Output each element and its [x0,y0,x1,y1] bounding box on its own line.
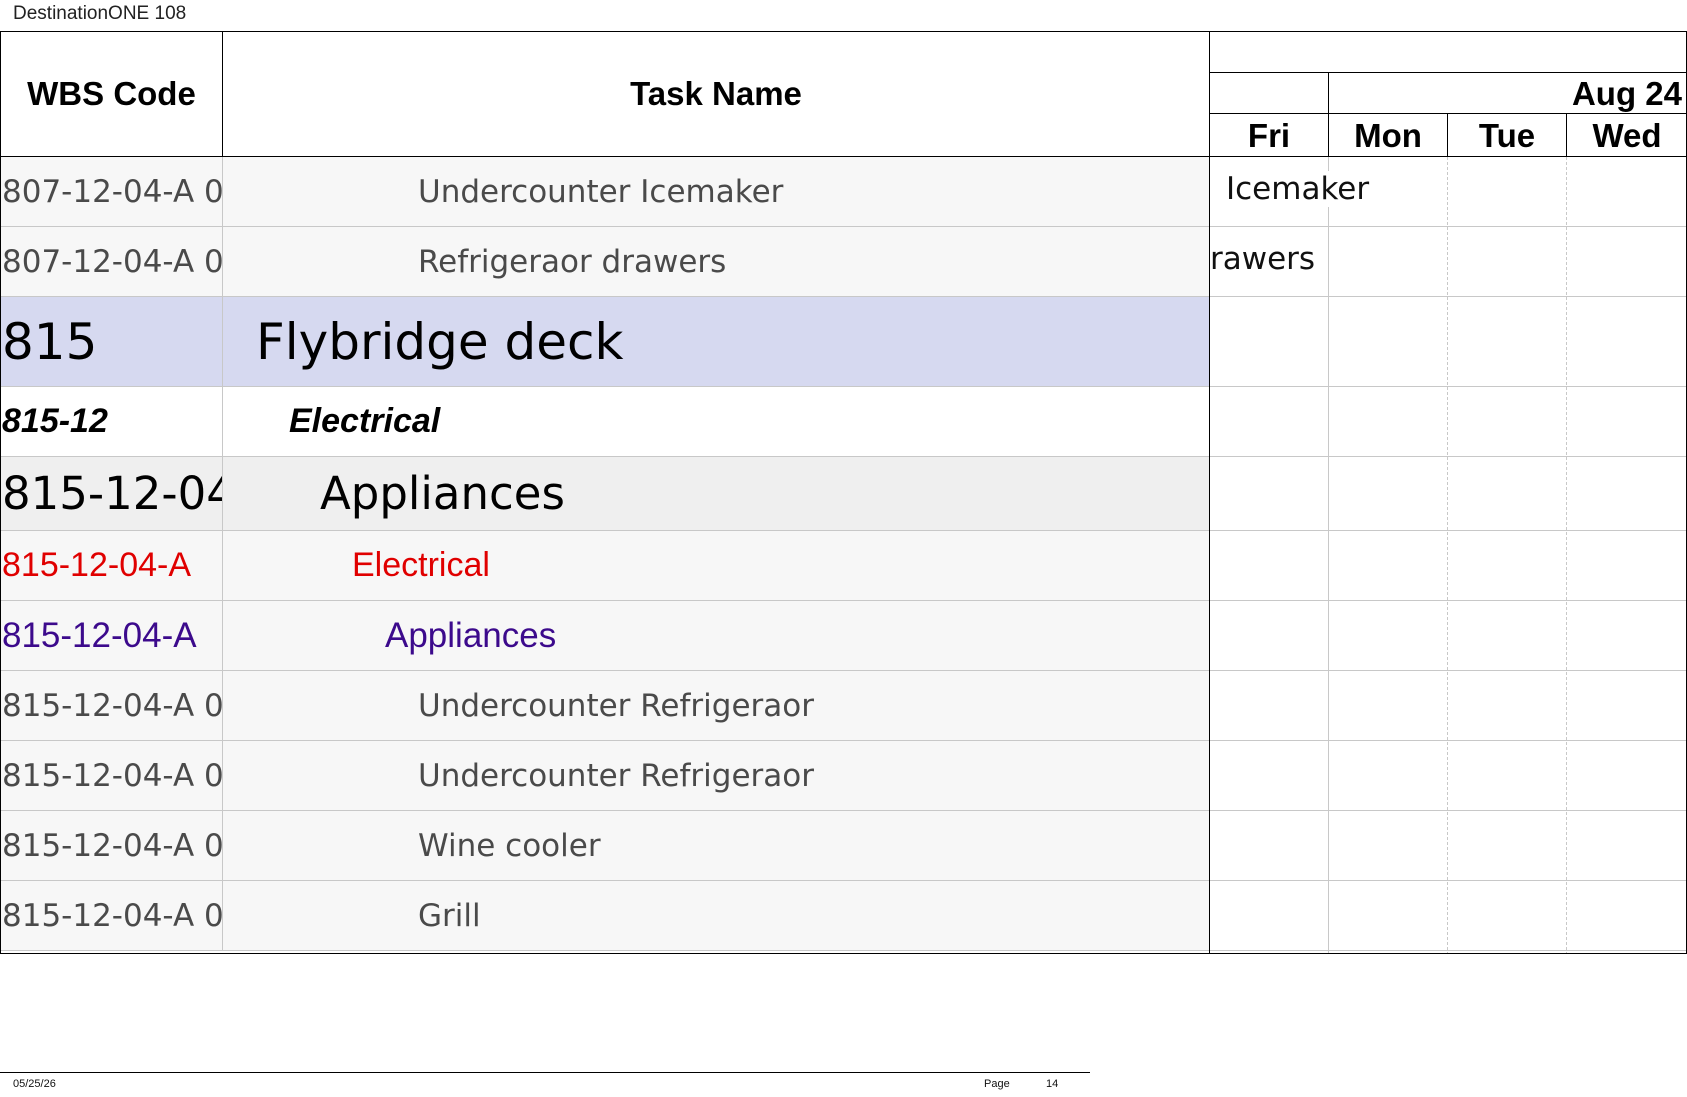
gantt-row-line [1210,740,1686,741]
wbs-code-cell: 815 [1,297,223,386]
gantt-timeline: Aug 24 Fri Mon Tue Wed Icemaker rawers [1210,31,1687,954]
table-row[interactable]: 815-12-04-A Appliances [1,601,1209,671]
task-name-cell: Appliances [385,615,557,655]
task-name-cell: Appliances [320,467,565,520]
table-row[interactable]: 815-12 Electrical [1,387,1209,457]
footer-rule [0,1072,1090,1073]
task-name-cell: Flybridge deck [256,312,624,371]
task-name-cell: Undercounter Icemaker [418,173,784,210]
table-row[interactable]: 815-12-04-A 0 Undercounter Refrigeraor [1,741,1209,811]
wbs-code-cell: 815-12-04-A 0 [1,671,223,740]
task-table: WBS Code Task Name 807-12-04-A 0 Undercou… [0,31,1210,954]
gantt-row-line [1210,880,1686,881]
gantt-row-line [1210,456,1686,457]
gantt-day-gridline [1447,157,1448,953]
document-title: DestinationONE 108 [13,3,187,24]
day-label-mon: Mon [1329,114,1448,157]
gantt-row-line [1210,386,1686,387]
table-row[interactable]: 815-12-04-A Electrical [1,531,1209,601]
timeline-day-band: Fri Mon Tue Wed [1210,114,1686,157]
footer-page-number: 14 [1046,1078,1059,1090]
gantt-day-gridline [1566,157,1567,953]
wbs-code-cell: 815-12-04-A [1,601,223,670]
gantt-row-line [1210,810,1686,811]
wbs-code-cell: 815-12 [1,387,223,456]
task-name-cell: Electrical [352,546,490,584]
table-row[interactable]: 815-12-04-A 0 Grill [1,881,1209,951]
gantt-row-line [1210,600,1686,601]
column-header-task-name[interactable]: Task Name [223,32,1209,157]
gantt-row-line [1210,226,1686,227]
week-divider [1328,73,1329,114]
wbs-code-cell: 807-12-04-A 0 [1,227,223,296]
timeline-top-band [1210,32,1686,73]
day-label-tue: Tue [1448,114,1567,157]
task-name-cell: Grill [418,897,481,934]
day-label-fri: Fri [1210,114,1329,157]
task-name-cell: Undercounter Refrigeraor [418,757,814,794]
task-name-cell: Refrigeraor drawers [418,243,727,280]
wbs-code-cell: 815-12-04-A 0 [1,881,223,950]
week-label: Aug 24 [1571,74,1682,112]
task-name-cell: Electrical [289,402,441,440]
table-row[interactable]: 807-12-04-A 0 Undercounter Icemaker [1,157,1209,227]
wbs-code-cell: 815-12-04 [1,457,223,530]
table-row[interactable]: 807-12-04-A 0 Refrigeraor drawers [1,227,1209,297]
task-name-cell: Wine cooler [418,827,601,864]
gantt-day-gridline [1328,157,1329,953]
table-row[interactable]: 815-12-04-A 0 Wine cooler [1,811,1209,881]
wbs-code-cell: 815-12-04-A [1,531,223,600]
gantt-bar-label: Icemaker [1214,171,1374,207]
wbs-code-cell: 807-12-04-A 0 [1,157,223,226]
column-header-wbs-code[interactable]: WBS Code [1,32,223,157]
day-label-wed: Wed [1592,116,1662,154]
table-row[interactable]: 815-12-04-A 0 Undercounter Refrigeraor [1,671,1209,741]
gantt-row-line [1210,670,1686,671]
wbs-code-cell: 815-12-04-A 0 [1,741,223,810]
task-name-cell: Undercounter Refrigeraor [418,687,814,724]
table-row[interactable]: 815-12-04 Appliances [1,457,1209,531]
table-row[interactable]: 815 Flybridge deck [1,297,1209,387]
gantt-row-line [1210,530,1686,531]
gantt-bar-label: rawers [1210,241,1320,277]
gantt-row-line [1210,296,1686,297]
gantt-row-line [1210,950,1686,951]
wbs-code-cell: 815-12-04-A 0 [1,811,223,880]
timeline-week-band: Aug 24 [1210,73,1686,114]
footer-date: 05/25/26 [13,1078,56,1090]
footer-page-label: Page [984,1078,1010,1090]
